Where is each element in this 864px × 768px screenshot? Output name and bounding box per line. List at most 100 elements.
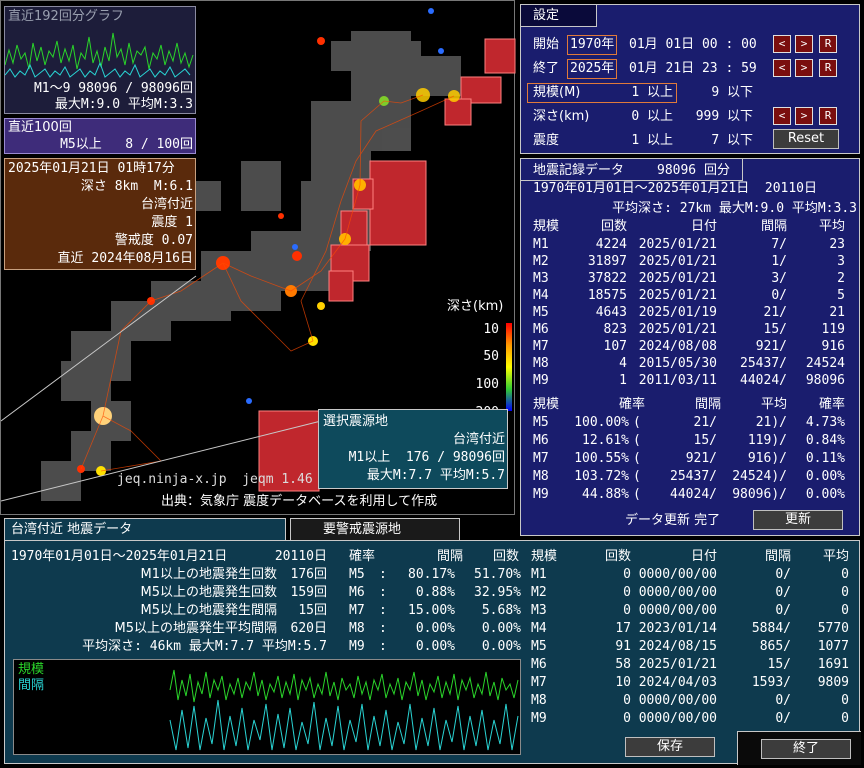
records-cell: 2015/05/30 bbox=[638, 356, 717, 371]
depth-reset-r-button[interactable]: R bbox=[819, 107, 837, 125]
records-cell: 5 bbox=[837, 288, 845, 303]
depth-prev-button[interactable]: < bbox=[773, 107, 791, 125]
records-cell: 2024/08/08 bbox=[638, 339, 717, 354]
records-cell: 15/ bbox=[763, 322, 787, 337]
records-prob-cell: 44024/ bbox=[670, 487, 717, 502]
records-prob-cell: M6 bbox=[533, 433, 549, 448]
depth-value[interactable]: 0 以上 bbox=[605, 109, 673, 125]
region-table-cell: M7 bbox=[531, 675, 547, 690]
region-tab-label: 台湾付近 地震データ bbox=[11, 522, 133, 537]
latest-datetime: 2025年01月21日 01時17分 bbox=[8, 161, 175, 176]
records-cell: 2 bbox=[837, 271, 845, 286]
records-prob-cell: 100.55% bbox=[574, 451, 629, 466]
start-reset-r-button[interactable]: R bbox=[819, 35, 837, 53]
records-cell: 23 bbox=[829, 237, 845, 252]
records-cell: 119 bbox=[821, 322, 845, 337]
region-table-cell: M9 bbox=[531, 711, 547, 726]
records-cell: 24524 bbox=[805, 356, 845, 371]
records-prob-cell: ( bbox=[633, 433, 641, 448]
region-table-cell: M8 bbox=[531, 693, 547, 708]
region-prob-cell: : bbox=[379, 621, 387, 636]
scale-label: 規模(M) bbox=[533, 85, 581, 100]
region-table-cell: 0 bbox=[841, 603, 849, 618]
shindo-max[interactable]: 7 以下 bbox=[689, 133, 753, 149]
region-stat-label-2: M5以上の地震発生間隔 bbox=[140, 603, 278, 618]
start-prev-button[interactable]: < bbox=[773, 35, 791, 53]
end-next-button[interactable]: > bbox=[795, 59, 813, 77]
region-prob-cell: M9 bbox=[349, 639, 365, 654]
region-stat-label-1: M5以上の地震発生回数 bbox=[140, 585, 278, 600]
records-cell: 98096 bbox=[805, 373, 845, 388]
start-rest: 01月 01日 00 : 00 bbox=[629, 37, 757, 52]
region-prob-cell: 32.95% bbox=[474, 585, 521, 600]
records-prob-cell: 916)/ bbox=[747, 451, 787, 466]
region-table-cell: 0000/00/00 bbox=[638, 585, 717, 600]
region-prob-cell: 5.68% bbox=[481, 603, 521, 618]
save-button[interactable]: 保存 bbox=[625, 737, 715, 757]
end-reset-r-button[interactable]: R bbox=[819, 59, 837, 77]
end-rest: 01月 21日 23 : 59 bbox=[629, 61, 757, 76]
records-cell: 37822 bbox=[587, 271, 627, 286]
records-prob-cell: 15/ bbox=[693, 433, 717, 448]
region-stat-value-2: 15回 bbox=[298, 603, 327, 618]
region-prob-cell: M7 bbox=[349, 603, 365, 618]
records-title: 地震記録データ bbox=[533, 163, 625, 178]
records-cell: M7 bbox=[533, 339, 549, 354]
region-stat-value-0: 176回 bbox=[290, 567, 327, 582]
scale-max[interactable]: 9 以下 bbox=[689, 85, 753, 101]
records-range: 1970年01月01日〜2025年01月21日 20110日 bbox=[533, 181, 818, 196]
region-stat-label-3: M5以上の地震発生平均間隔 bbox=[114, 621, 278, 636]
region-range: 1970年01月01日〜2025年01月21日 bbox=[11, 549, 228, 564]
records-prob-cell: 0.11% bbox=[805, 451, 845, 466]
end-year-field[interactable]: 2025年 bbox=[567, 59, 618, 79]
depth-legend-tick-10: 10 bbox=[483, 322, 499, 337]
region-table-cell: 0 bbox=[623, 603, 631, 618]
region-table-cell: 1593/ bbox=[751, 675, 791, 690]
records-cell: 2025/01/21 bbox=[638, 271, 717, 286]
shindo-value[interactable]: 1 以上 bbox=[605, 133, 673, 149]
depth-legend-title: 深さ(km) bbox=[447, 299, 504, 314]
records-prob-cell: M9 bbox=[533, 487, 549, 502]
region-prob-cell: 80.17% bbox=[408, 567, 455, 582]
region-prob-cell: 51.70% bbox=[474, 567, 521, 582]
region-table-cell: 0 bbox=[623, 567, 631, 582]
region-table-cell: 0000/00/00 bbox=[638, 567, 717, 582]
recent100-panel: 直近100回 M5以上 8 / 100回 bbox=[4, 118, 196, 154]
region-graph: 規模 間隔 bbox=[13, 659, 521, 755]
records-cell: M5 bbox=[533, 305, 549, 320]
records-prob-cell: 21)/ bbox=[755, 415, 787, 430]
region-table-cell: M5 bbox=[531, 639, 547, 654]
records-prob-cell: 921/ bbox=[685, 451, 717, 466]
region-table-cell: 1077 bbox=[817, 639, 849, 654]
region-days: 20110日 bbox=[274, 549, 327, 564]
region-table-cell: 0/ bbox=[775, 603, 791, 618]
start-label: 開始 bbox=[533, 37, 560, 52]
start-next-button[interactable]: > bbox=[795, 35, 813, 53]
update-button[interactable]: 更新 bbox=[753, 510, 843, 530]
alert-tab[interactable]: 要警戒震源地 bbox=[290, 518, 460, 540]
records-header-4: 平均 bbox=[818, 219, 845, 234]
depth-next-button[interactable]: > bbox=[795, 107, 813, 125]
region-tab[interactable]: 台湾付近 地震データ bbox=[4, 518, 286, 542]
records-cell: 7/ bbox=[771, 237, 787, 252]
depth-max[interactable]: 999 以下 bbox=[681, 109, 753, 125]
reset-button[interactable]: Reset bbox=[773, 129, 839, 149]
end-prev-button[interactable]: < bbox=[773, 59, 791, 77]
scale-value[interactable]: 1 以上 bbox=[605, 85, 673, 101]
records-cell: 1/ bbox=[771, 254, 787, 269]
region-prob-cell: M6 bbox=[349, 585, 365, 600]
region-prob-header-2: 回数 bbox=[492, 549, 519, 564]
records-cell: M3 bbox=[533, 271, 549, 286]
start-year-field[interactable]: 1970年 bbox=[567, 35, 618, 55]
region-stat-value-1: 159回 bbox=[290, 585, 327, 600]
region-table-cell: 5884/ bbox=[751, 621, 791, 636]
region-table-cell: M1 bbox=[531, 567, 547, 582]
region-table-cell: 10 bbox=[615, 675, 631, 690]
selected-source-stats: 最大M:7.7 平均M:5.7 bbox=[366, 468, 505, 483]
records-cell: 31897 bbox=[587, 254, 627, 269]
exit-button[interactable]: 終了 bbox=[761, 739, 851, 759]
records-cell: 916 bbox=[821, 339, 845, 354]
credit-site: jeq.ninja-x.jp jeqm 1.46 bbox=[117, 472, 313, 487]
region-prob-cell: : bbox=[379, 603, 387, 618]
depth-legend-tick-100: 100 bbox=[475, 377, 499, 392]
